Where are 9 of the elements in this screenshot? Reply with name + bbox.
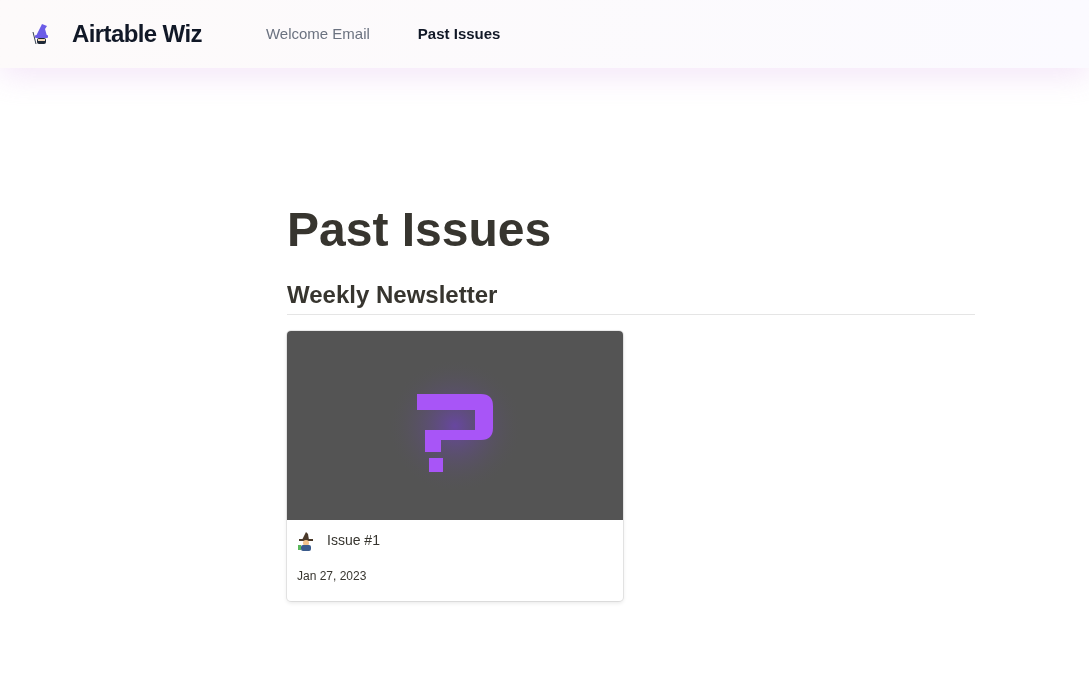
- section-heading: Weekly Newsletter: [287, 280, 975, 315]
- card-title: Issue #1: [327, 531, 380, 550]
- card-date: Jan 27, 2023: [297, 568, 368, 585]
- issue-card[interactable]: Issue #1 Jan 27, 2023: [287, 331, 623, 601]
- page-title: Past Issues: [287, 202, 553, 258]
- brand-name: Airtable Wiz: [72, 19, 202, 49]
- witch-icon: [297, 530, 315, 551]
- nav-link[interactable]: Past Issues: [417, 22, 501, 46]
- nav-link[interactable]: Welcome Email: [265, 22, 370, 46]
